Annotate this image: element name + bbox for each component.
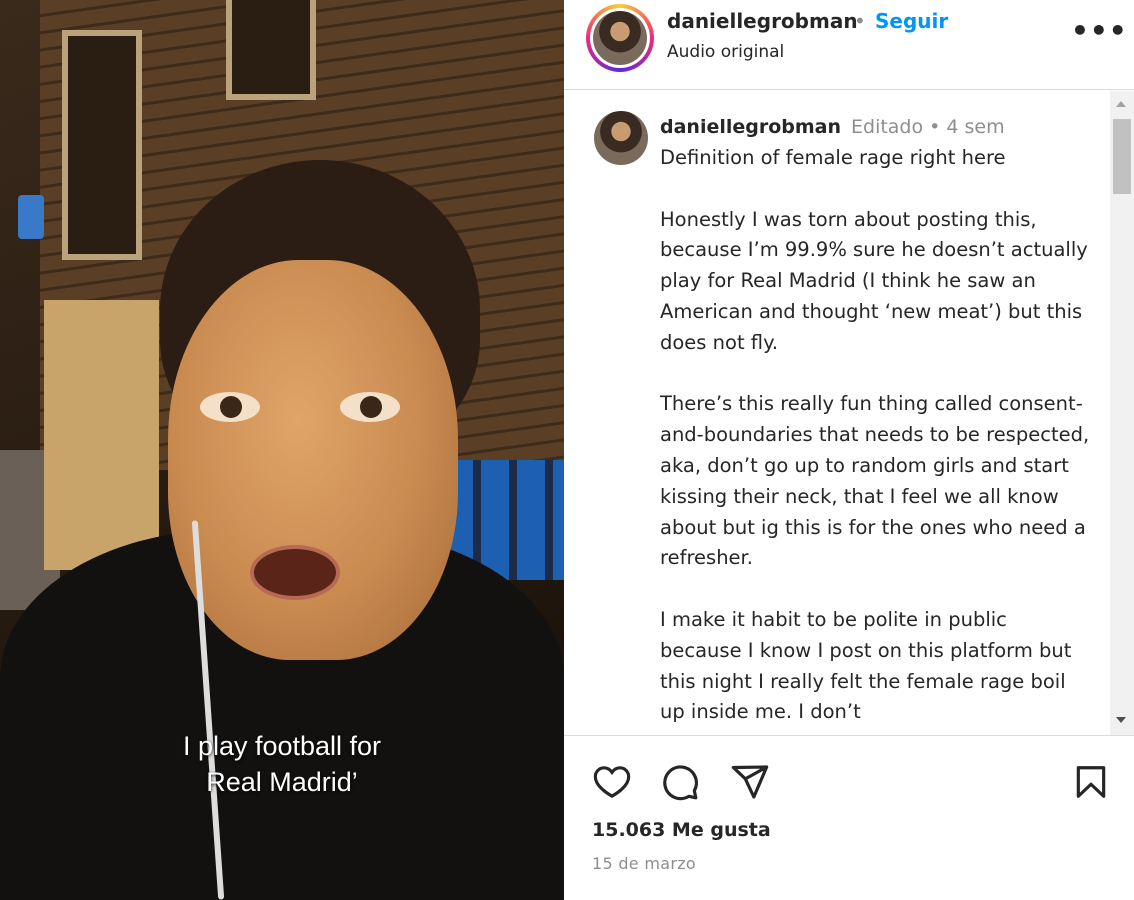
video-caption: I play football for Real Madrid’ — [0, 728, 564, 800]
likes-count[interactable]: 15.063 Me gusta — [592, 819, 771, 841]
video-player[interactable]: I play football for Real Madrid’ — [0, 0, 564, 900]
person-mouth — [250, 545, 340, 600]
background-window — [62, 30, 142, 260]
post-caption: Definition of female rage right here Hon… — [660, 146, 1090, 724]
video-caption-line: I play football for — [182, 731, 382, 761]
avatar[interactable] — [594, 111, 648, 165]
post-date[interactable]: 15 de marzo — [592, 854, 696, 873]
post-header: daniellegrobman • Seguir Audio original … — [564, 0, 1134, 90]
caption-meta: Editado • 4 sem — [851, 116, 1005, 138]
action-bar: 15.063 Me gusta 15 de marzo — [564, 736, 1134, 900]
story-avatar[interactable] — [586, 4, 654, 72]
follow-button[interactable]: Seguir — [875, 9, 948, 33]
person-face — [168, 260, 458, 660]
header-username-link[interactable]: daniellegrobman — [667, 9, 858, 33]
caption-username-link[interactable]: daniellegrobman — [660, 116, 841, 138]
scroll-up-arrow-icon[interactable] — [1116, 101, 1126, 107]
scroll-down-arrow-icon[interactable] — [1116, 717, 1126, 723]
separator-dot: • — [854, 9, 866, 33]
background-window — [226, 0, 316, 100]
more-options-icon[interactable]: ••• — [1071, 14, 1128, 47]
comments-section[interactable]: daniellegrobman Editado • 4 sem Definiti… — [564, 91, 1134, 736]
person-eye — [340, 392, 400, 422]
background-sign — [18, 195, 44, 239]
bookmark-icon[interactable] — [1072, 762, 1110, 806]
heart-icon[interactable] — [592, 762, 632, 806]
scrollbar-thumb[interactable] — [1113, 119, 1131, 194]
comment-icon[interactable] — [660, 762, 700, 806]
post-panel: daniellegrobman • Seguir Audio original … — [564, 0, 1134, 900]
background-pillar — [44, 300, 159, 570]
video-caption-line: Real Madrid’ — [206, 767, 358, 797]
send-icon[interactable] — [730, 762, 770, 806]
scrollbar[interactable] — [1110, 91, 1134, 735]
audio-link[interactable]: Audio original — [667, 42, 784, 62]
person-eye — [200, 392, 260, 422]
avatar — [593, 11, 647, 65]
